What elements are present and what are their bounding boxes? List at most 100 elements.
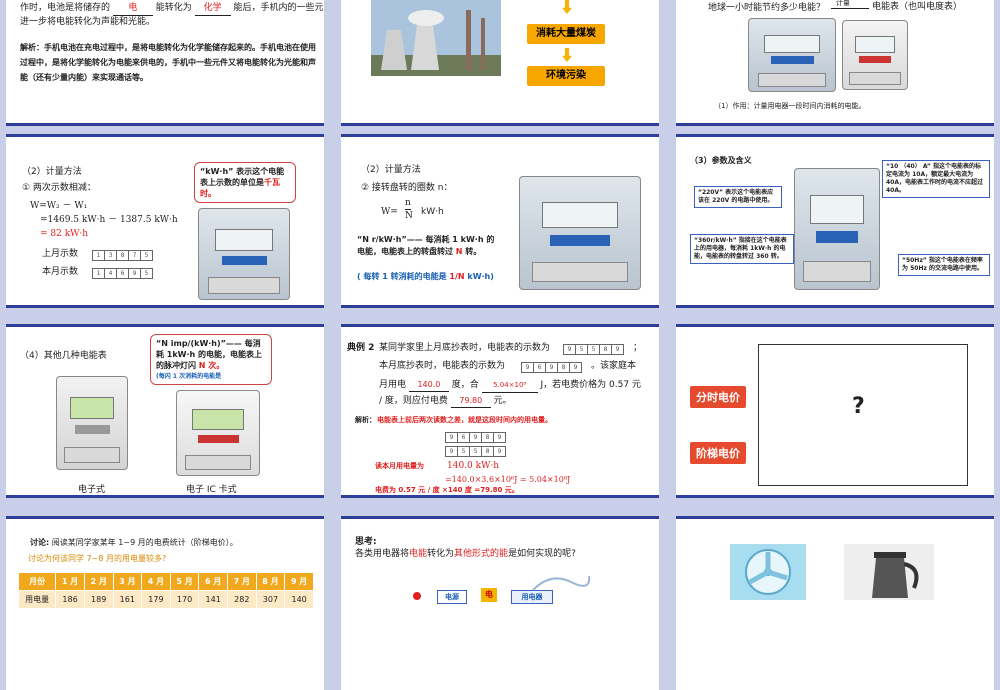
think-text: 转化为 (427, 549, 455, 559)
note-numerator: 1 (449, 272, 455, 281)
question-text: ； (633, 343, 643, 353)
text: 能转化为 (155, 3, 192, 13)
fee-text: 电费为 0.57 元 / 度 ×140 度 =79.80 元。 (375, 486, 519, 494)
table-header: 6 月 (198, 572, 228, 591)
slide-10-thumbnail[interactable]: 讨论: 阅读某同学家某年 1~9 月的电费统计（阶梯电价）。 讨论为何该同学 7… (6, 516, 324, 690)
tag-time-of-use: 分时电价 (690, 386, 746, 408)
digit: 9 (564, 345, 576, 354)
answer-blank: 79.80 (450, 394, 491, 408)
slide-1-thumbnail[interactable]: 作时，电池是将储存的 电 能转化为 化学 能后，手机内的一些元件才能 进一步将电… (6, 0, 324, 126)
note-frac: 1/N (449, 272, 465, 281)
usage-label: 读本月用电量为 (375, 462, 424, 470)
digit: 1 (93, 269, 105, 278)
divider (6, 305, 324, 308)
analysis-text: 电能表上前后两次读数之差，就是这段时间内的用电量。 (377, 416, 552, 424)
flow-box: 用电器 (511, 590, 553, 604)
formula: W=W₂ － W₁ (30, 201, 88, 211)
digit-display: 96989 (521, 362, 582, 373)
meter-image (198, 208, 290, 300)
digit: 9 (129, 269, 141, 278)
section-heading: （4）其他几种电能表 (20, 351, 107, 361)
slide-11-thumbnail[interactable]: 思考: 各类用电器将电能转化为其他形式的能是如何实现的呢? 电源 电 用电器 (341, 516, 659, 690)
digit: 1 (93, 251, 105, 260)
arrow-label: 计量 (836, 0, 850, 7)
meter-image (56, 376, 128, 470)
digit-display: 14695 (92, 268, 153, 279)
meter-image (794, 168, 880, 290)
section-heading: （2）计量方法 (361, 165, 421, 175)
table-header: 7 月 (227, 572, 257, 591)
meter-image (842, 20, 908, 90)
digit: 5 (470, 447, 482, 456)
note: ( 每转 1 转消耗的电能是 1/N kW·h) (357, 270, 494, 283)
divider (676, 324, 994, 327)
slide-5-thumbnail[interactable]: （2）计量方法 ② 接转盘转的圈数 n： W= n N kW·h “N r/kW… (341, 134, 659, 308)
question-text: 元。 (493, 396, 512, 406)
callout-highlight: N 次。 (198, 361, 225, 370)
table-header-row: 月份 1 月2 月3 月4 月5 月6 月7 月8 月9 月 (17, 572, 314, 591)
note-unit: kW·h) (467, 272, 494, 281)
digit-display: 13875 (92, 250, 153, 261)
digit: 5 (458, 447, 470, 456)
bullet-icon (413, 592, 421, 600)
digit: 5 (144, 270, 149, 277)
digit: 6 (458, 433, 470, 442)
discuss-text: 阅读某同学家某年 1~9 月的电费统计（阶梯电价）。 (51, 538, 238, 547)
slide-12-thumbnail[interactable] (676, 516, 994, 690)
divider (676, 123, 994, 126)
digit: 9 (546, 363, 558, 372)
divider (6, 516, 324, 519)
digit: 5 (576, 345, 588, 354)
divider (6, 324, 324, 327)
answer-blank: 140.0 (408, 378, 449, 392)
step-box: 消耗大量煤炭 (527, 24, 605, 44)
digit: 8 (600, 345, 612, 354)
slide-6-thumbnail[interactable]: （3）参数及含义 “10 （40） A” 指这个电能表的标定电流为 10A，额定… (676, 134, 994, 308)
slide-8-thumbnail[interactable]: 典例 2 某同学家里上月底抄表时，电能表的示数为 95589 ； 本月底抄表时，… (341, 324, 659, 498)
digit-display: 95589 (563, 344, 624, 355)
table-header: 4 月 (141, 572, 171, 591)
slide-2-thumbnail[interactable]: 消耗大量煤炭 环境污染 (341, 0, 659, 126)
down-arrow-icon (562, 0, 572, 14)
section-heading: （2）计量方法 (22, 167, 82, 177)
table-header: 月份 (17, 572, 57, 591)
divider (6, 134, 324, 137)
slide-4-thumbnail[interactable]: （2）计量方法 ① 两次示数相减： W=W₂ － W₁ =1469.5 kW·h… (6, 134, 324, 308)
question-mark: ? (852, 394, 865, 419)
text: 能后，手机内的一些元件才能 (233, 3, 324, 13)
analysis-text: 解析：手机电池在充电过程中，是将电能转化为化学能储存起来的。手机电池在使用过程中… (20, 43, 316, 82)
formula-result: = 82 kW·h (40, 229, 89, 239)
callout: “N imp/(kW·h)”—— 每消耗 1kW·h 的电能，电能表上的脉冲灯闪… (150, 334, 272, 385)
right-arrow-icon (831, 8, 869, 9)
digit: 8 (117, 251, 129, 260)
section-heading: （3）参数及含义 (690, 156, 752, 165)
slide-3-thumbnail[interactable]: 地球一小时能节约多少电能？ 计量 电能表（也叫电度表） （1）作用：计量用电器一… (676, 0, 994, 126)
kettle-icon (844, 544, 934, 600)
question-text: 度，合 (451, 380, 479, 390)
slide-7-thumbnail[interactable]: （4）其他几种电能表 “N imp/(kW·h)”—— 每消耗 1kW·h 的电… (6, 324, 324, 498)
flow-box: 电源 (437, 590, 467, 604)
answer-blank: 电 (112, 2, 153, 16)
divider (676, 516, 994, 519)
divider (341, 516, 659, 519)
highlight: N (455, 247, 463, 256)
explanation: “N r/kW·h”—— 每消耗 1 kW·h 的电能，电能表上的转盘转过 N … (357, 234, 497, 258)
fraction-denominator: N (405, 211, 413, 221)
text: 作时，电池是将储存的 (20, 3, 111, 13)
down-arrow-icon (562, 48, 572, 62)
param-tag: “50Hz” 指这个电能表在频率为 50Hz 的交流电路中使用。 (898, 254, 990, 276)
table-header: 3 月 (112, 572, 143, 591)
digit: 9 (497, 434, 502, 441)
usage-value: 140.0 kW·h (447, 461, 499, 471)
divider (676, 495, 994, 498)
label-last-month: 上月示数 (42, 249, 79, 259)
digit: 4 (105, 269, 117, 278)
slide-9-thumbnail[interactable]: ? 分时电价 阶梯电价 (676, 324, 994, 498)
question-text: 。该家庭本 (591, 361, 637, 371)
digit: 9 (522, 363, 534, 372)
divider (676, 134, 994, 137)
formula: =1469.5 kW·h － 1387.5 kW·h (40, 215, 178, 225)
table-header: 2 月 (83, 572, 114, 591)
text: 进一步将电能转化为声能和光能。 (20, 17, 156, 27)
analysis-label: 解析： (355, 416, 376, 424)
